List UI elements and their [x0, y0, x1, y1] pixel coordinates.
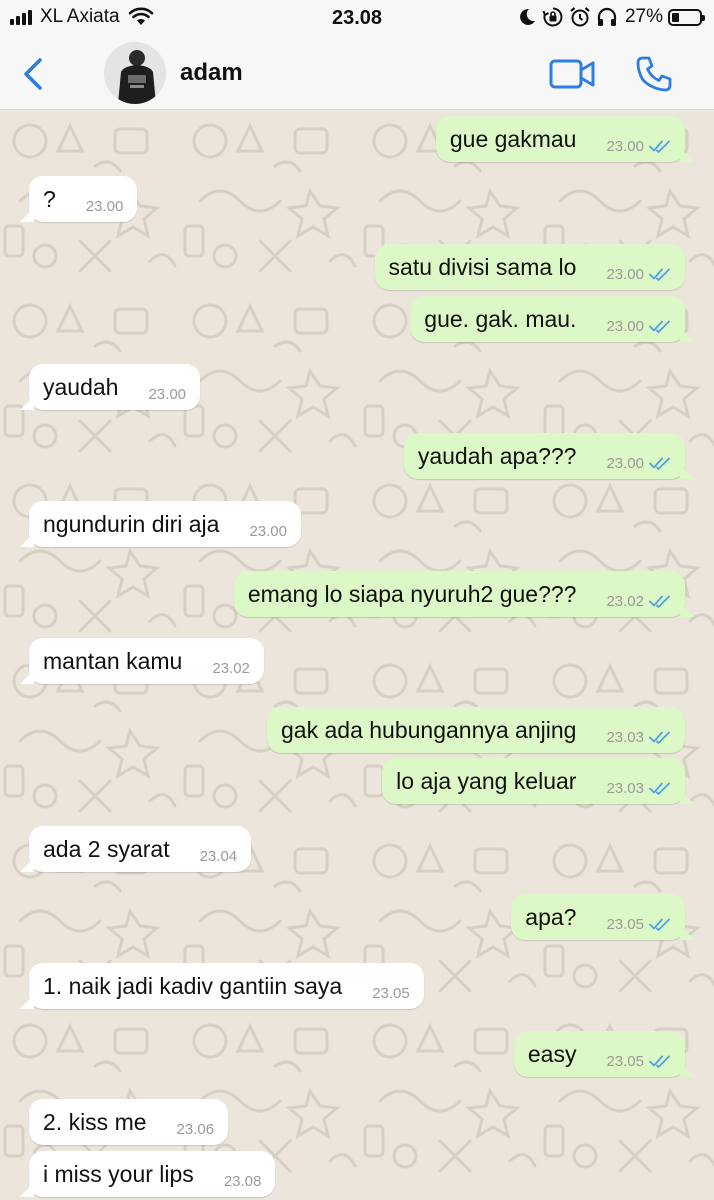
message-time: 23.08: [223, 1172, 262, 1190]
message-text: i miss your lips: [43, 1161, 194, 1187]
message-time: 23.00: [606, 317, 644, 335]
message-list: gue gakmau 23.00? 23.00 satu divisi sama lo…: [0, 111, 714, 1200]
message-time: 23.04: [199, 847, 238, 865]
status-bar: XL Axiata 23.08 27%: [0, 0, 714, 38]
incoming-message[interactable]: 1. naik jadi kadiv gantiin saya 23.05: [20, 963, 424, 1009]
incoming-message[interactable]: 2. kiss me 23.06: [29, 1099, 229, 1145]
message-time: 23.03: [606, 728, 644, 746]
message-text: satu divisi sama lo: [388, 254, 577, 280]
message-time: 23.02: [212, 659, 250, 677]
message-time: 23.03: [606, 779, 644, 797]
message-text: gak ada hubungannya anjing: [281, 717, 577, 743]
message-text: yaudah: [43, 374, 119, 400]
message-time: 23.05: [372, 984, 410, 1002]
chevron-left-icon: [24, 58, 42, 90]
contact-name[interactable]: adam: [180, 59, 243, 87]
status-right: 27%: [517, 6, 705, 28]
chat-header: adam: [0, 38, 714, 110]
video-camera-icon: [549, 59, 595, 89]
read-ticks-icon: [649, 320, 670, 333]
message-text: ngundurin diri aja: [43, 511, 220, 537]
incoming-message[interactable]: ada 2 syarat 23.04: [19, 826, 252, 872]
moon-icon: [520, 8, 535, 25]
message-text: 2. kiss me: [43, 1109, 147, 1135]
incoming-message[interactable]: yaudah 23.00: [19, 364, 201, 410]
read-ticks-icon: [649, 457, 670, 470]
read-ticks-icon: [649, 595, 670, 608]
read-ticks-icon: [649, 731, 670, 744]
read-ticks-icon: [649, 782, 670, 795]
message-time: 23.00: [85, 197, 124, 215]
contact-avatar[interactable]: [104, 42, 166, 104]
incoming-message[interactable]: ngundurin diri aja 23.00: [20, 501, 301, 547]
message-text: ?: [43, 186, 56, 212]
message-time: 23.00: [148, 385, 187, 403]
outgoing-message[interactable]: gak ada hubungannya anjing 23.03: [267, 707, 685, 753]
back-button[interactable]: [16, 54, 52, 94]
read-ticks-icon: [649, 1055, 670, 1068]
outgoing-message[interactable]: apa? 23.05: [511, 894, 694, 940]
incoming-message[interactable]: i miss your lips 23.08: [19, 1151, 276, 1197]
chat-area[interactable]: gue gakmau 23.00? 23.00 satu divisi sama lo…: [0, 111, 714, 1200]
message-time: 23.00: [606, 265, 644, 283]
outgoing-message[interactable]: gue gakmau 23.00: [435, 116, 695, 162]
message-time: 23.00: [606, 137, 644, 155]
message-time: 23.00: [606, 454, 644, 472]
message-time: 23.00: [249, 522, 287, 540]
battery-fill: [672, 12, 680, 22]
message-text: emang lo siapa nyuruh2 gue???: [247, 581, 577, 607]
message-text: yaudah apa???: [417, 443, 577, 469]
battery-icon: [668, 8, 705, 26]
message-text: ada 2 syarat: [43, 836, 170, 862]
outgoing-message[interactable]: easy 23.05: [513, 1031, 695, 1077]
alarm-icon: [570, 7, 590, 27]
read-ticks-icon: [649, 268, 670, 281]
outgoing-message[interactable]: yaudah apa??? 23.00: [403, 433, 695, 479]
incoming-message[interactable]: ? 23.00: [19, 176, 138, 222]
outgoing-message[interactable]: emang lo siapa nyuruh2 gue??? 23.02: [233, 571, 695, 617]
voice-call-button[interactable]: [634, 54, 674, 94]
read-ticks-icon: [649, 140, 670, 153]
outgoing-message[interactable]: satu divisi sama lo 23.00: [374, 244, 685, 290]
outgoing-message[interactable]: gue. gak. mau. 23.00: [410, 296, 694, 342]
message-text: apa?: [525, 904, 577, 930]
message-text: gue. gak. mau.: [424, 306, 577, 332]
rotation-lock-icon: [542, 7, 563, 27]
message-time: 23.02: [606, 592, 644, 610]
message-text: easy: [527, 1041, 577, 1067]
headphones-icon: [597, 7, 617, 26]
message-time: 23.05: [606, 1052, 644, 1070]
message-time: 23.05: [606, 915, 644, 933]
video-call-button[interactable]: [548, 56, 598, 92]
avatar-photo: [104, 42, 166, 104]
phone-icon: [636, 56, 672, 92]
message-time: 23.06: [176, 1120, 215, 1138]
incoming-message[interactable]: mantan kamu 23.02: [20, 638, 264, 684]
message-text: gue gakmau: [449, 126, 577, 152]
battery-percent: 27%: [624, 6, 663, 27]
read-ticks-icon: [649, 918, 670, 931]
message-text: mantan kamu: [43, 648, 183, 674]
message-text: 1. naik jadi kadiv gantiin saya: [43, 973, 343, 999]
outgoing-message[interactable]: lo aja yang keluar 23.03: [382, 758, 694, 804]
message-text: lo aja yang keluar: [396, 768, 577, 794]
